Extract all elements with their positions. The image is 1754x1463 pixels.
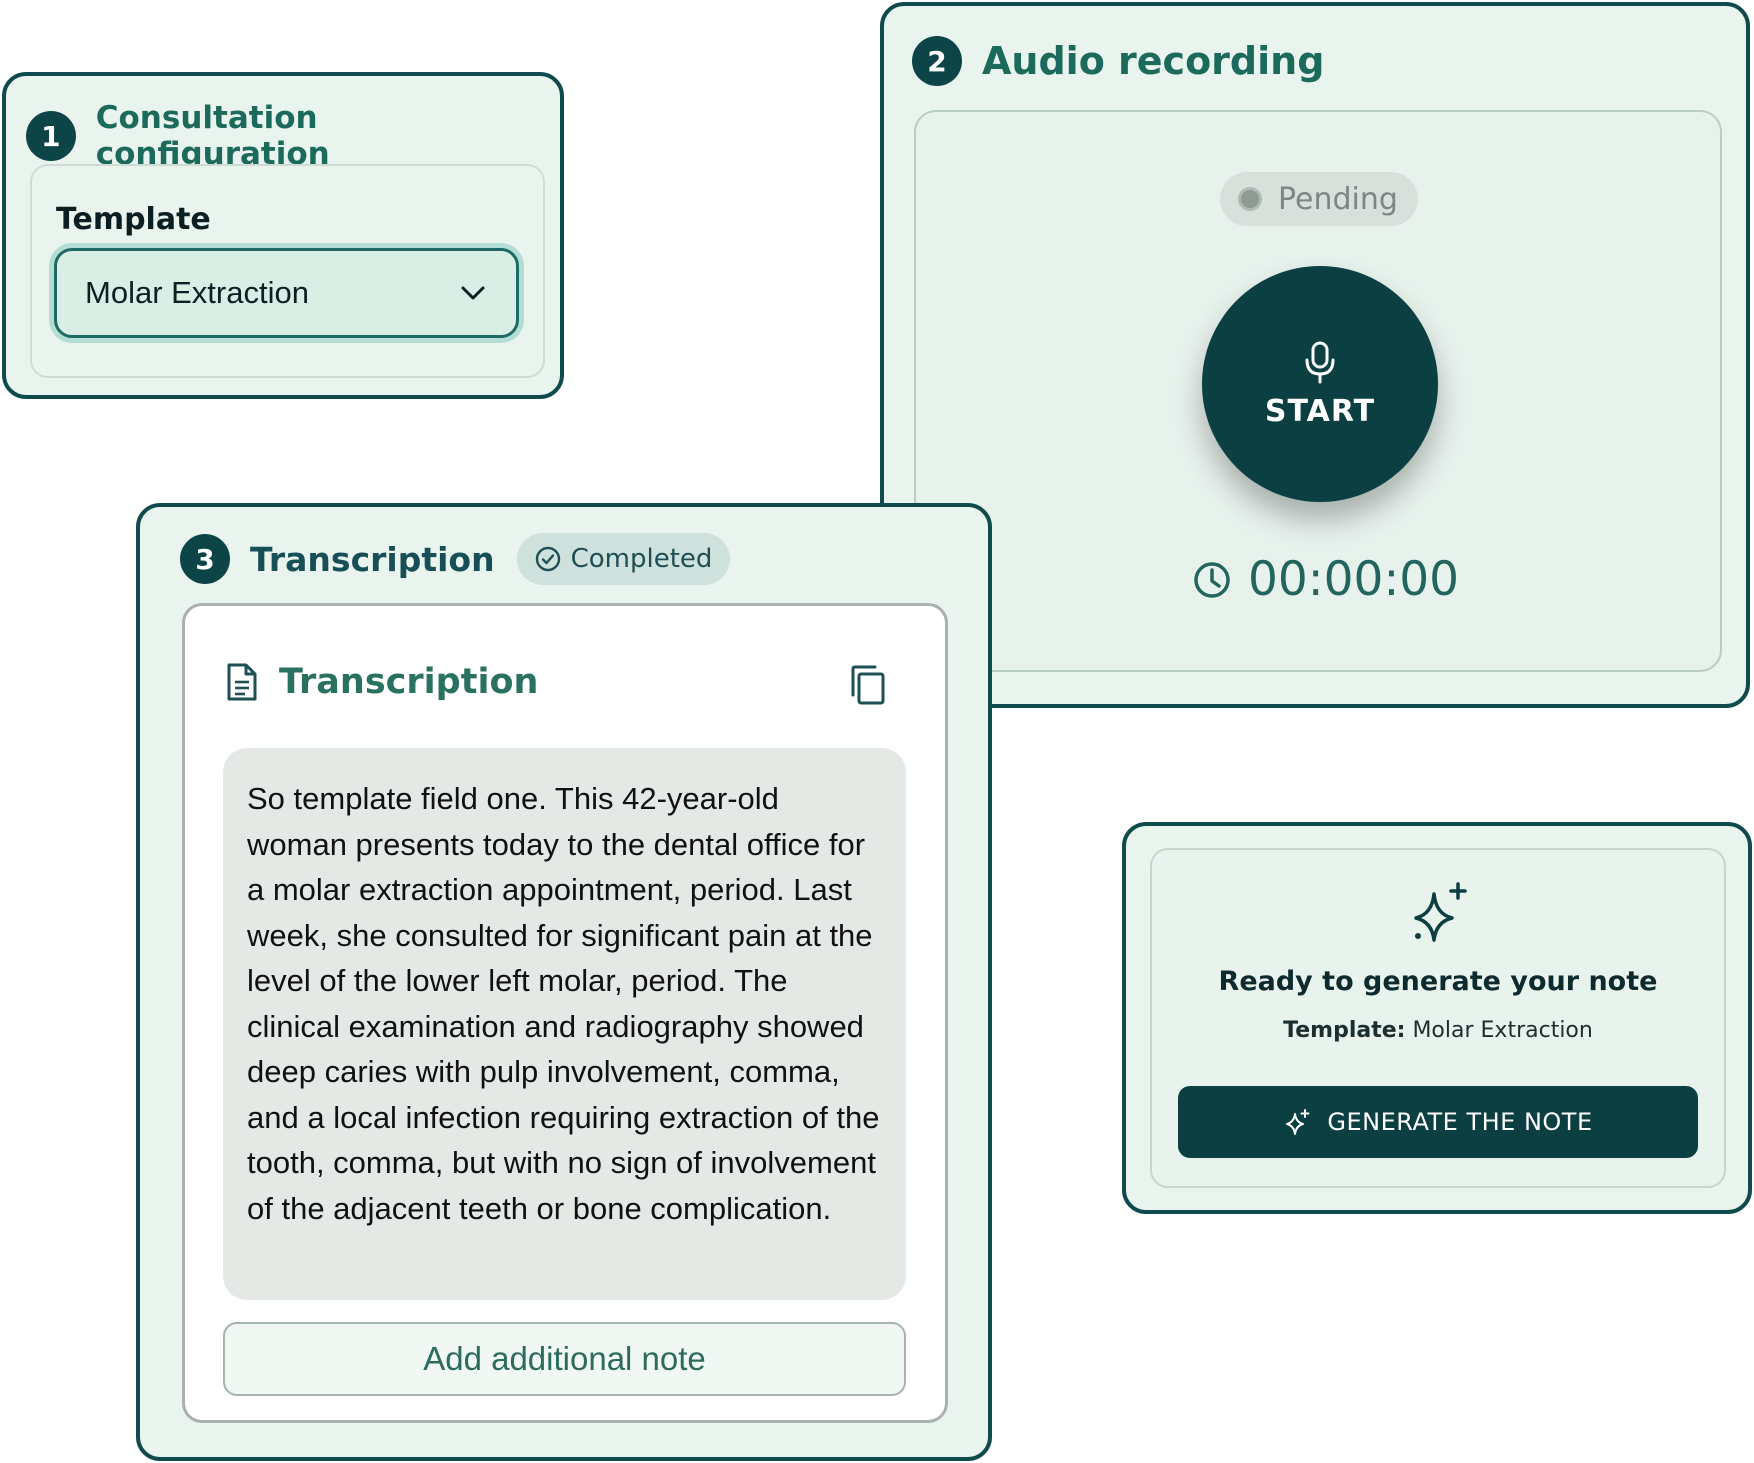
generate-title: Ready to generate your note [1218, 966, 1658, 997]
copy-button[interactable] [847, 664, 887, 711]
generate-template-line: Template: Molar Extraction [1152, 1018, 1724, 1043]
step-number-badge: 2 [912, 36, 962, 86]
start-label: START [1264, 393, 1376, 429]
step-number-badge: 3 [180, 534, 230, 584]
status-text: Pending [1278, 181, 1398, 217]
sparkle-icon [1414, 882, 1467, 942]
document-icon [227, 663, 257, 701]
status-dot-icon [1238, 187, 1262, 211]
clock-icon [1194, 561, 1230, 598]
copy-icon [851, 665, 885, 705]
config-header: 1 Consultation configuration [26, 100, 560, 172]
generate-note-card: Ready to generate your note Template: Mo… [1122, 822, 1752, 1214]
audio-header: 2 Audio recording [912, 36, 1324, 86]
audio-recording-card: 2 Audio recording Pending START 00:00:00 [880, 2, 1750, 708]
start-recording-button[interactable]: START [1202, 266, 1438, 502]
template-panel: Template Molar Extraction [30, 164, 545, 378]
microphone-icon [1305, 341, 1335, 383]
template-label: Template [56, 202, 211, 237]
status-badge: Pending [1220, 172, 1418, 226]
transcription-section-title: Transcription [279, 662, 539, 702]
audio-title: Audio recording [982, 39, 1325, 83]
completed-badge: Completed [516, 533, 731, 585]
transcription-card: 3 Transcription Completed Transcription [136, 503, 992, 1461]
transcription-text: So template field one. This 42-year-old … [223, 748, 906, 1300]
chevron-down-icon [461, 286, 485, 300]
sparkle-icon [1286, 1109, 1310, 1135]
step-number-badge: 1 [26, 111, 76, 161]
add-note-button[interactable]: Add additional note [223, 1322, 906, 1396]
badge-text: Completed [570, 544, 713, 574]
transcription-panel: Transcription So template field one. Thi… [182, 603, 948, 1423]
transcription-section-header: Transcription [225, 662, 538, 702]
generate-note-button[interactable]: GENERATE THE NOTE [1178, 1086, 1698, 1158]
consultation-config-card: 1 Consultation configuration Template Mo… [2, 72, 564, 399]
check-circle-icon [535, 546, 560, 572]
template-select-value: Molar Extraction [85, 275, 309, 310]
generate-button-label: GENERATE THE NOTE [1327, 1108, 1593, 1136]
config-title: Consultation configuration [95, 100, 330, 172]
transcription-header: 3 Transcription Completed [180, 533, 731, 585]
generate-panel: Ready to generate your note Template: Mo… [1150, 848, 1726, 1188]
generate-template-value: Molar Extraction [1412, 1018, 1593, 1043]
recorder-panel: Pending START 00:00:00 [914, 110, 1722, 672]
timer: 00:00:00 [1192, 552, 1459, 607]
template-select[interactable]: Molar Extraction [54, 248, 519, 338]
timer-value: 00:00:00 [1248, 552, 1460, 607]
generate-template-label: Template: [1283, 1018, 1406, 1043]
transcription-title: Transcription [250, 539, 495, 579]
